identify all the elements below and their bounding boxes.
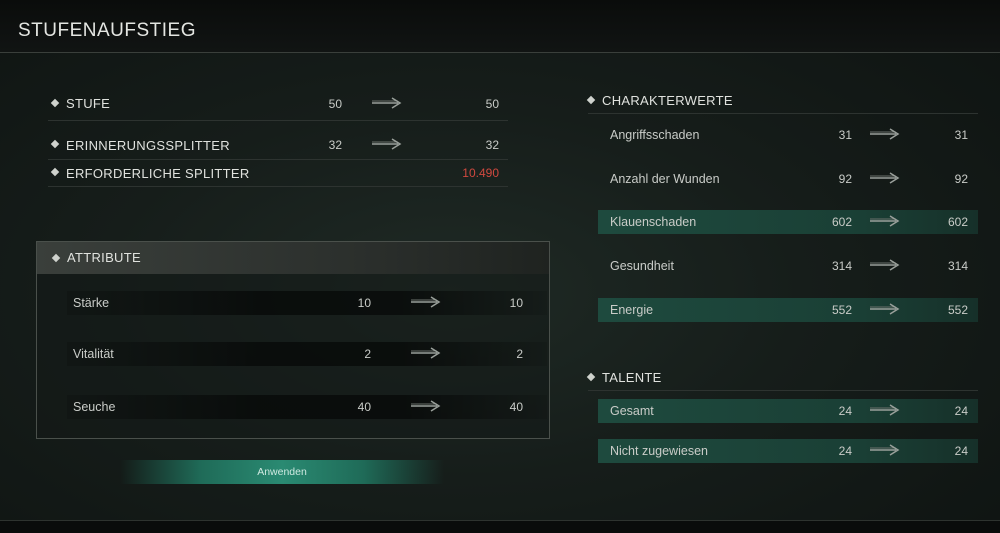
attributes-header: ATTRIBUTE — [37, 242, 549, 274]
stat-row-energy: Energie 552 552 — [598, 298, 978, 322]
talent-label: Nicht zugewiesen — [610, 444, 708, 458]
stat-from-value: 552 — [831, 303, 852, 317]
attribute-row-strength[interactable]: Stärke 10 10 — [67, 291, 547, 315]
stat-from-value: 92 — [838, 172, 852, 186]
stat-row-attack-damage: Angriffsschaden 31 31 — [598, 123, 978, 147]
diamond-icon — [586, 95, 596, 105]
arrow-right-icon — [411, 400, 441, 412]
required-shards-value: 10.490 — [462, 166, 499, 180]
page-title: STUFENAUFSTIEG — [18, 20, 197, 41]
arrow-right-icon — [372, 138, 402, 150]
stat-from-value: 314 — [831, 259, 852, 273]
divider — [48, 159, 508, 160]
attribute-to-value: 2 — [516, 347, 523, 361]
stat-to-value: 314 — [947, 259, 968, 273]
diamond-icon — [586, 372, 596, 382]
bottom-bar — [0, 520, 1000, 533]
level-label: STUFE — [66, 96, 111, 111]
stat-label: Angriffsschaden — [610, 128, 700, 142]
stat-row-claw-damage: Klauenschaden 602 602 — [598, 210, 978, 234]
diamond-icon — [50, 139, 60, 149]
talent-to-value: 24 — [954, 404, 968, 418]
attributes-title: ATTRIBUTE — [67, 250, 141, 265]
arrow-right-icon — [870, 128, 900, 140]
character-stats-title: CHARAKTERWERTE — [602, 93, 733, 108]
arrow-right-icon — [870, 303, 900, 315]
talent-from-value: 24 — [838, 404, 852, 418]
stat-from-value: 31 — [838, 128, 852, 142]
attribute-from-value: 40 — [357, 400, 371, 414]
talent-to-value: 24 — [954, 444, 968, 458]
level-from-value: 50 — [328, 97, 342, 111]
attribute-label: Seuche — [73, 400, 116, 414]
stat-to-value: 92 — [954, 172, 968, 186]
stat-from-value: 602 — [831, 215, 852, 229]
stat-to-value: 552 — [947, 303, 968, 317]
stat-row-health: Gesundheit 314 314 — [598, 254, 978, 278]
stat-row-wound-count: Anzahl der Wunden 92 92 — [598, 167, 978, 191]
attribute-label: Vitalität — [73, 347, 114, 361]
attribute-to-value: 10 — [509, 296, 523, 310]
arrow-right-icon — [870, 215, 900, 227]
diamond-icon — [50, 98, 60, 108]
memory-shards-to-value: 32 — [485, 138, 499, 152]
attribute-label: Stärke — [73, 296, 110, 310]
divider — [48, 186, 508, 187]
arrow-right-icon — [870, 172, 900, 184]
arrow-right-icon — [870, 444, 900, 456]
attribute-to-value: 40 — [509, 400, 523, 414]
talent-row-total: Gesamt 24 24 — [598, 399, 978, 423]
stat-to-value: 31 — [954, 128, 968, 142]
stat-label: Energie — [610, 303, 654, 317]
stat-label: Klauenschaden — [610, 215, 697, 229]
diamond-icon — [51, 253, 61, 263]
stat-label: Anzahl der Wunden — [610, 172, 720, 186]
required-shards-label: ERFORDERLICHE SPLITTER — [66, 166, 250, 181]
attributes-panel: ATTRIBUTE Stärke 10 10 Vitalität 2 2 Seu… — [36, 241, 550, 439]
arrow-right-icon — [870, 259, 900, 271]
title-bar: STUFENAUFSTIEG — [0, 0, 1000, 53]
stat-to-value: 602 — [947, 215, 968, 229]
talents-title: TALENTE — [602, 370, 662, 385]
arrow-right-icon — [411, 347, 441, 359]
divider — [588, 113, 978, 114]
arrow-right-icon — [870, 404, 900, 416]
diamond-icon — [50, 167, 60, 177]
arrow-right-icon — [411, 296, 441, 308]
stat-label: Gesundheit — [610, 259, 674, 273]
memory-shards-from-value: 32 — [328, 138, 342, 152]
talent-label: Gesamt — [610, 404, 654, 418]
level-to-value: 50 — [485, 97, 499, 111]
memory-shards-label: ERINNERUNGSSPLITTER — [66, 138, 230, 153]
talent-from-value: 24 — [838, 444, 852, 458]
attribute-from-value: 10 — [357, 296, 371, 310]
apply-button[interactable]: Anwenden — [120, 460, 444, 484]
divider — [48, 120, 508, 121]
divider — [588, 390, 978, 391]
arrow-right-icon — [372, 97, 402, 109]
attribute-row-plague[interactable]: Seuche 40 40 — [67, 395, 547, 419]
attribute-from-value: 2 — [364, 347, 371, 361]
attribute-row-vitality[interactable]: Vitalität 2 2 — [67, 342, 547, 366]
talent-row-unassigned: Nicht zugewiesen 24 24 — [598, 439, 978, 463]
